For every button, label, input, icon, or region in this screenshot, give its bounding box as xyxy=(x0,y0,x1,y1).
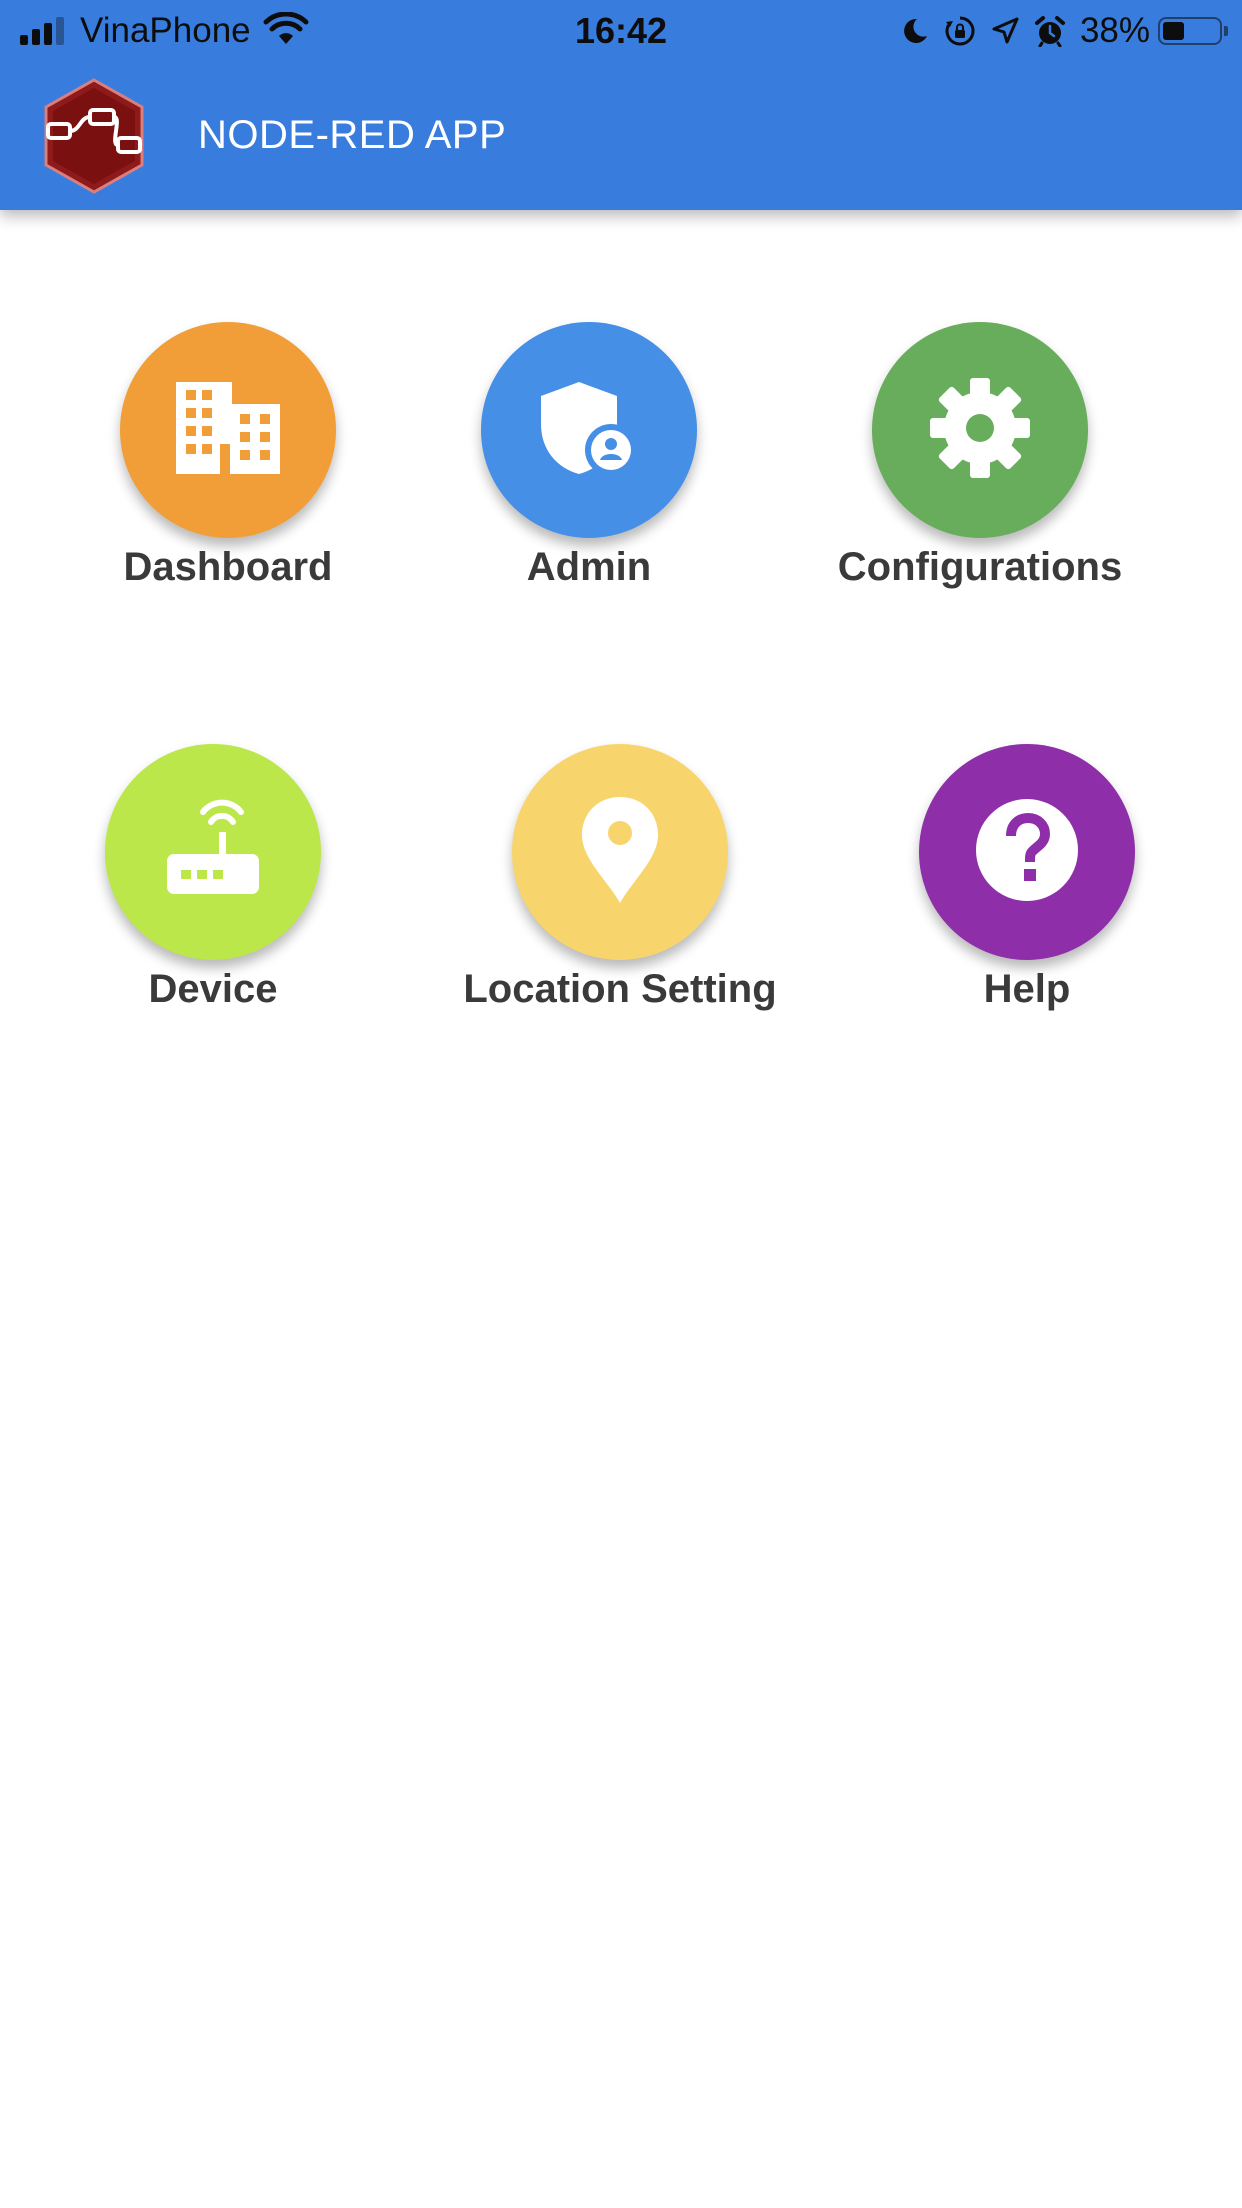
top-bar: VinaPhone 16:42 38% NODE-RED APP xyxy=(0,0,1242,210)
battery-icon xyxy=(1158,17,1228,45)
gear-icon xyxy=(928,376,1032,485)
dashboard-button[interactable] xyxy=(120,322,336,538)
alarm-icon xyxy=(1034,15,1066,47)
admin-shield-icon xyxy=(539,378,639,483)
configurations-menu-item[interactable]: Configurations xyxy=(780,322,1180,592)
status-bar-right: 38% xyxy=(886,10,1228,52)
location-setting-button[interactable] xyxy=(512,744,728,960)
location-arrow-icon xyxy=(990,16,1020,46)
app-bar: NODE-RED APP xyxy=(0,62,1242,210)
help-button[interactable] xyxy=(919,744,1135,960)
help-icon xyxy=(975,798,1079,907)
dashboard-menu-item[interactable]: Dashboard xyxy=(28,322,428,592)
app-title: NODE-RED APP xyxy=(198,113,507,157)
device-label: Device xyxy=(148,967,278,1011)
location-setting-menu-item[interactable]: Location Setting xyxy=(420,744,820,1014)
rotation-lock-icon xyxy=(944,15,976,47)
home-screen: VinaPhone 16:42 38% NODE-RED APP Dashboa… xyxy=(0,0,1242,2208)
admin-menu-item[interactable]: Admin xyxy=(389,322,789,592)
moon-icon xyxy=(900,16,930,46)
device-button[interactable] xyxy=(105,744,321,960)
configurations-label: Configurations xyxy=(837,545,1123,589)
battery-level xyxy=(1163,22,1184,40)
admin-button[interactable] xyxy=(481,322,697,538)
help-label: Help xyxy=(983,967,1071,1011)
device-menu-item[interactable]: Device xyxy=(13,744,413,1014)
admin-label: Admin xyxy=(526,545,652,589)
dashboard-label: Dashboard xyxy=(123,545,333,589)
node-red-logo-icon xyxy=(32,74,156,198)
help-menu-item[interactable]: Help xyxy=(827,744,1227,1014)
status-bar: VinaPhone 16:42 38% xyxy=(0,0,1242,62)
router-icon xyxy=(161,798,265,907)
location-pin-icon xyxy=(580,795,660,910)
battery-percent: 38% xyxy=(1079,11,1150,50)
location-setting-label: Location Setting xyxy=(463,967,777,1011)
building-icon xyxy=(176,381,280,479)
configurations-button[interactable] xyxy=(872,322,1088,538)
